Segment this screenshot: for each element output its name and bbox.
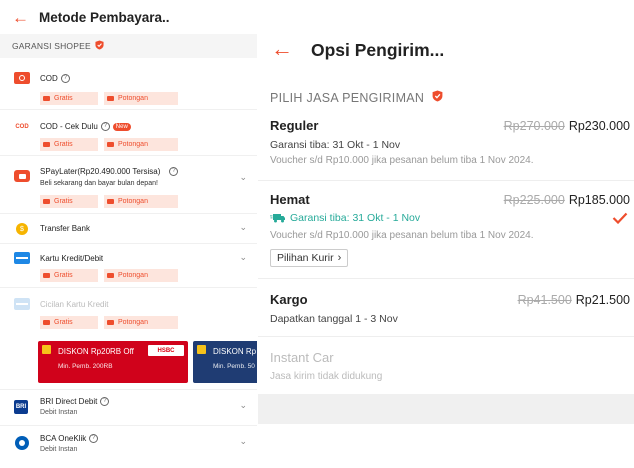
page-title: Metode Pembayara.. [39, 9, 170, 25]
option-price: Rp41.500 Rp21.500 [518, 293, 630, 307]
payment-item-bri[interactable]: BRI BRI Direct Debit? Debit Instan ⌄ [0, 390, 257, 426]
promo-subtitle: Min. Pemb. 200RB [58, 363, 113, 370]
chevron-down-icon[interactable]: ⌄ [239, 252, 247, 263]
shield-icon [432, 90, 443, 105]
payment-name: Kartu Kredit/Debit [40, 254, 104, 263]
shipping-option-hemat[interactable]: Hemat Rp225.000 Rp185.000 Garansi tiba: 3… [258, 180, 634, 278]
chevron-down-icon[interactable]: ⌄ [239, 400, 247, 411]
tag-free: Gratis [40, 92, 98, 105]
option-name: Kargo [270, 292, 308, 307]
payment-item-spaylater[interactable]: SPayLater(Rp20.490.000 Tersisa)? Beli se… [0, 156, 257, 214]
payment-name: BRI Direct Debit [40, 397, 98, 406]
credit-card-icon [14, 252, 30, 264]
payment-item-bca[interactable]: BCA OneKlik? Debit Instan ⌄ [0, 426, 257, 462]
guarantee-bar: GARANSI SHOPEE [0, 34, 257, 58]
shipping-option-reguler[interactable]: Reguler Rp270.000 Rp230.000 Garansi tiba:… [258, 108, 634, 180]
credit-card-icon [14, 298, 30, 310]
option-name: Instant Car [270, 350, 334, 365]
hsbc-logo: HSBC [148, 345, 184, 356]
tag-discount: Potongan [104, 269, 178, 282]
unsupported-note: Jasa kirim tidak didukung [270, 371, 383, 382]
payment-name: Transfer Bank [40, 224, 90, 233]
payment-name: BCA OneKlik [40, 434, 87, 443]
promo-title: DISKON Rp [213, 347, 257, 356]
info-icon[interactable]: ? [169, 167, 179, 177]
back-arrow-icon[interactable]: ← [12, 9, 32, 26]
tag-free: Gratis [40, 138, 98, 151]
promo-subtitle: Min. Pemb. 50 [213, 363, 255, 370]
payment-name: SPayLater(Rp20.490.000 Tersisa) [40, 167, 161, 176]
checkmark-icon [612, 211, 628, 229]
footer-spacer [258, 394, 634, 424]
bca-logo-icon [15, 436, 29, 450]
payment-name: COD [40, 74, 58, 83]
cash-icon [14, 72, 30, 84]
old-price: Rp41.500 [517, 293, 572, 307]
payment-name: COD - Cek Dulu [40, 122, 98, 131]
payment-item-installment[interactable]: Cicilan Kartu Kredit Gratis Potongan DIS… [0, 288, 257, 390]
payment-item-cod-cek-dulu[interactable]: COD COD - Cek Dulu? New Gratis Potongan [0, 110, 257, 156]
promo-title: DISKON Rp20RB Off [58, 347, 134, 356]
new-price: Rp230.000 [568, 119, 630, 133]
bri-logo-icon: BRI [14, 400, 28, 414]
shield-icon [95, 40, 104, 52]
payment-item-credit-card[interactable]: Kartu Kredit/Debit Gratis Potongan ⌄ [0, 244, 257, 288]
new-price: Rp21.500 [575, 293, 630, 307]
info-icon[interactable]: ? [100, 122, 110, 132]
new-badge: New [112, 122, 131, 131]
info-icon[interactable]: ? [89, 434, 99, 444]
shipping-panel: ← Opsi Pengirim... PILIH JASA PENGIRIMAN… [258, 0, 634, 468]
payment-name: Cicilan Kartu Kredit [40, 300, 109, 309]
chevron-down-icon[interactable]: ⌄ [239, 222, 247, 233]
delivery-guarantee: Garansi tiba: 31 Okt - 1 Nov [270, 212, 420, 224]
voucher-note: Voucher s/d Rp10.000 jika pesanan belum … [270, 155, 534, 166]
cod-logo-icon: COD [14, 121, 30, 133]
section-header: PILIH JASA PENGIRIMAN [270, 90, 443, 105]
payment-subtitle: Debit Instan [40, 409, 78, 416]
tag-discount: Potongan [104, 138, 178, 151]
voucher-note: Voucher s/d Rp10.000 jika pesanan belum … [270, 230, 534, 241]
info-icon[interactable]: ? [100, 397, 110, 407]
tag-discount: Potongan [104, 316, 178, 329]
page-title: Opsi Pengirim... [311, 40, 445, 60]
guarantee-label: GARANSI SHOPEE [12, 41, 91, 51]
tag-free: Gratis [40, 316, 98, 329]
option-price: Rp225.000 Rp185.000 [504, 193, 630, 207]
tag-free: Gratis [40, 269, 98, 282]
option-name: Reguler [270, 118, 319, 133]
old-price: Rp270.000 [503, 119, 565, 133]
shipping-header: ← Opsi Pengirim... [258, 0, 634, 72]
bank-icon: $ [16, 223, 28, 235]
voucher-icon [197, 345, 206, 354]
payment-subtitle: Beli sekarang dan bayar bulan depan! [40, 180, 158, 187]
chevron-down-icon[interactable]: ⌄ [239, 172, 247, 183]
payment-panel: ← Metode Pembayara.. GARANSI SHOPEE COD?… [0, 0, 257, 468]
option-name: Hemat [270, 192, 310, 207]
info-icon[interactable]: ? [60, 74, 70, 84]
chevron-down-icon[interactable]: ⌄ [239, 436, 247, 447]
shipping-option-instant-car: Instant Car Jasa kirim tidak didukung [258, 336, 634, 394]
option-price: Rp270.000 Rp230.000 [504, 119, 630, 133]
tag-free: Gratis [40, 195, 98, 208]
truck-icon [270, 213, 286, 223]
courier-choice-button[interactable]: Pilihan Kurir › [270, 249, 349, 267]
tag-discount: Potongan [104, 195, 178, 208]
spaylater-icon [14, 170, 30, 182]
old-price: Rp225.000 [503, 193, 565, 207]
promo-card-hsbc[interactable]: DISKON Rp20RB Off Min. Pemb. 200RB HSBC [38, 341, 188, 383]
back-arrow-icon[interactable]: ← [271, 38, 293, 60]
delivery-guarantee: Garansi tiba: 31 Okt - 1 Nov [270, 139, 401, 151]
voucher-icon [42, 345, 51, 354]
promo-card-second[interactable]: DISKON Rp Min. Pemb. 50 [193, 341, 257, 383]
new-price: Rp185.000 [568, 193, 630, 207]
chevron-right-icon: › [337, 252, 342, 264]
payment-item-cod[interactable]: COD? Gratis Potongan [0, 66, 257, 110]
payment-header: ← Metode Pembayara.. [0, 0, 257, 34]
delivery-estimate: Dapatkan tanggal 1 - 3 Nov [270, 313, 398, 325]
payment-item-transfer-bank[interactable]: $ Transfer Bank ⌄ [0, 214, 257, 244]
shipping-option-kargo[interactable]: Kargo Rp41.500 Rp21.500 Dapatkan tanggal … [258, 278, 634, 336]
payment-subtitle: Debit Instan [40, 446, 78, 453]
tag-discount: Potongan [104, 92, 178, 105]
